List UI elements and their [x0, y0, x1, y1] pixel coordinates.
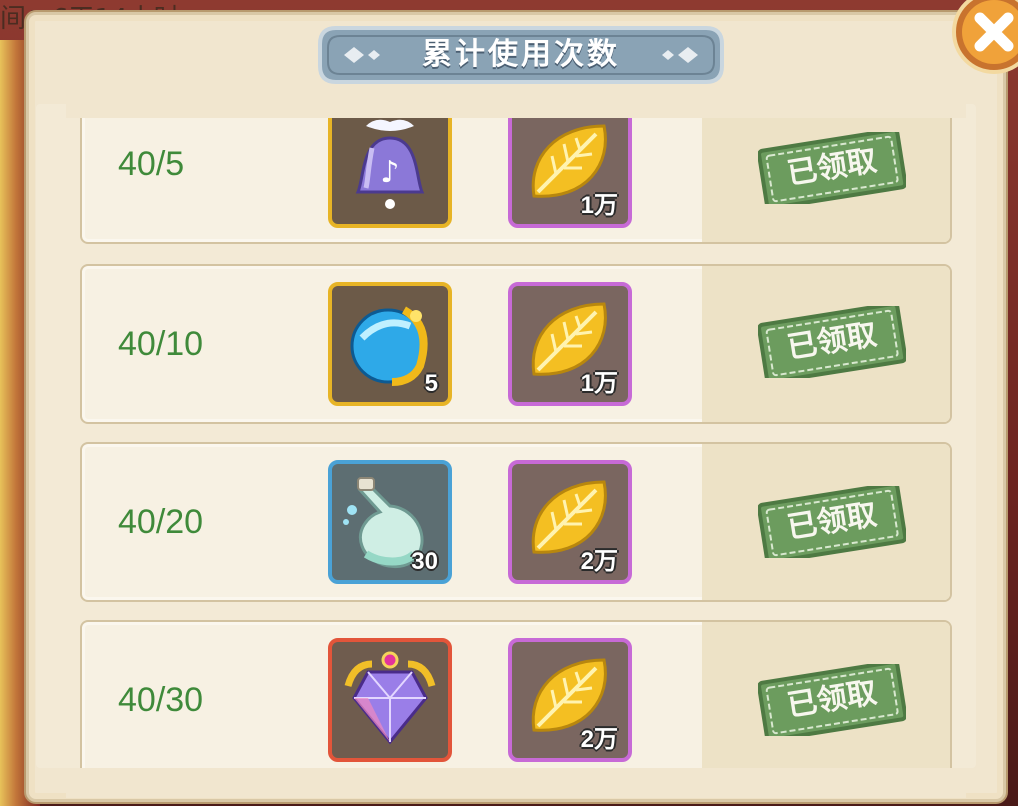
claimed-stamp: 已领取 — [757, 659, 908, 743]
gem-icon — [344, 651, 436, 745]
close-button[interactable] — [946, 0, 1018, 80]
progress-count: 40/10 — [118, 324, 204, 363]
scroll-mask-bottom — [66, 768, 966, 798]
svg-text:♪: ♪ — [380, 155, 399, 190]
reward-slot-potion[interactable]: 30 — [328, 460, 452, 584]
close-icon — [952, 0, 1018, 74]
reward-slot-leaf[interactable]: 1万 — [508, 282, 632, 406]
item-quantity: 2万 — [580, 548, 618, 575]
progress-count: 40/20 — [118, 502, 204, 541]
title-banner: 累计使用次数 — [316, 24, 726, 86]
bell-icon: ♪ — [355, 119, 425, 209]
item-quantity: 30 — [411, 548, 438, 575]
item-quantity: 5 — [424, 370, 438, 397]
reward-slot-leaf[interactable]: 2万 — [508, 460, 632, 584]
claimed-stamp: 已领取 — [757, 481, 908, 565]
reward-slot-leaf[interactable]: 1万 — [508, 104, 632, 228]
item-quantity: 1万 — [580, 370, 618, 397]
reward-slot-orb[interactable]: 5 — [328, 282, 452, 406]
progress-count: 40/30 — [118, 680, 204, 719]
reward-slot-leaf[interactable]: 2万 — [508, 638, 632, 762]
page-title: 累计使用次数 — [422, 37, 620, 72]
scroll-mask-top — [66, 84, 966, 118]
reward-slot-gem[interactable] — [328, 638, 452, 762]
item-quantity: 2万 — [580, 726, 618, 753]
item-quantity: 1万 — [580, 192, 618, 219]
claimed-stamp: 已领取 — [757, 301, 908, 385]
reward-slot-bell[interactable]: ♪ — [328, 104, 452, 228]
claimed-stamp: 已领取 — [757, 127, 908, 211]
